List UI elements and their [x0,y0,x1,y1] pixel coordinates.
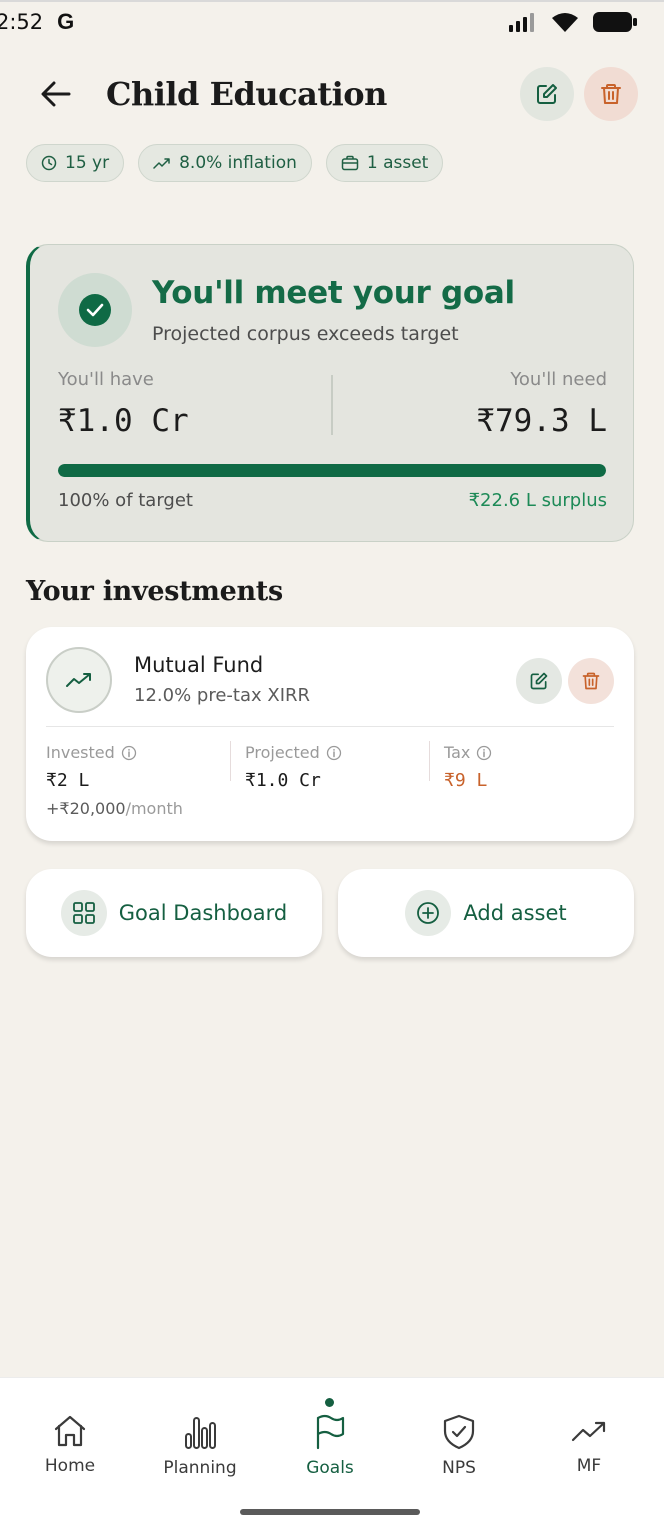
add-asset-label: Add asset [463,901,567,925]
goal-dashboard-button[interactable]: Goal Dashboard [26,869,322,957]
cellular-signal-icon [509,13,534,32]
nav-mf[interactable]: MF [534,1414,644,1476]
inflation-chip: 8.0% inflation [138,144,312,182]
info-icon[interactable] [121,745,137,761]
goal-status-subtitle: Projected corpus exceeds target [152,323,459,345]
target-label: You'll need [510,369,607,390]
nav-planning[interactable]: Planning [145,1414,255,1478]
active-tab-indicator [325,1398,334,1407]
page-header: Child Education [26,64,638,124]
delete-goal-button[interactable] [584,67,638,121]
add-asset-button[interactable]: Add asset [338,869,634,957]
invested-label: Invested [46,743,115,762]
goal-status-headline: You'll meet your goal [152,275,515,311]
investment-name: Mutual Fund [134,653,264,677]
projected-metric-label: Projected [245,743,320,762]
back-button[interactable] [26,64,86,124]
investment-divider [46,726,614,727]
home-icon [54,1415,86,1447]
trash-icon [582,672,600,690]
battery-icon [593,12,637,32]
header-actions [520,67,638,121]
trash-icon [601,84,621,104]
percent-of-target: 100% of target [58,490,193,511]
nav-home-label: Home [44,1456,96,1476]
google-g-icon: G [57,9,75,34]
tax-label: Tax [444,743,471,762]
investment-card[interactable]: Mutual Fund 12.0% pre-tax XIRR Invested … [26,627,634,841]
projected-metric: Projected ₹1.0 Cr [245,743,342,791]
monthly-sip: +₹20,000/month [46,799,183,818]
goal-status-card: You'll meet your goal Projected corpus e… [26,244,634,542]
arrow-left-icon [41,81,71,107]
edit-investment-button[interactable] [516,658,562,704]
bottom-nav: Home Planning Goals NPS MF [0,1377,664,1526]
trend-up-icon [571,1421,606,1442]
nav-nps-label: NPS [442,1458,476,1478]
duration-chip-label: 15 yr [65,153,110,173]
briefcase-icon [341,155,359,171]
projected-label: You'll have [58,369,154,390]
tax-metric: Tax ₹9 L [444,743,492,791]
goal-progress-bar [58,464,606,477]
gesture-home-bar[interactable] [240,1509,420,1515]
bar-chart-icon [185,1417,216,1449]
nav-planning-label: Planning [163,1458,237,1478]
wifi-icon [552,13,578,32]
nav-goals[interactable]: Goals [275,1414,385,1478]
info-icon[interactable] [326,745,342,761]
clock-icon [41,155,57,171]
investment-actions [516,658,614,704]
goal-meta-chips: 15 yr 8.0% inflation 1 asset [26,144,444,182]
delete-investment-button[interactable] [568,658,614,704]
goal-progress-fill [58,464,606,477]
monthly-sip-amount: +₹20,000 [46,799,126,818]
investment-xirr: 12.0% pre-tax XIRR [134,685,311,706]
metric-separator [230,741,231,781]
edit-goal-button[interactable] [520,67,574,121]
assets-chip-label: 1 asset [366,153,429,173]
nav-home[interactable]: Home [15,1414,125,1476]
edit-icon [537,84,557,104]
check-circle-icon [79,294,111,326]
inflation-chip-label: 8.0% inflation [179,153,297,173]
trend-up-icon [153,158,170,169]
projected-metric-value: ₹1.0 Cr [245,770,321,791]
status-bar: 2:52 G [0,0,664,44]
monthly-sip-suffix: /month [125,799,183,818]
goal-met-badge [58,273,132,347]
surplus-amount: ₹22.6 L surplus [468,490,607,511]
invested-value: ₹2 L [46,770,90,791]
page-title: Child Education [106,75,387,113]
nav-nps[interactable]: NPS [404,1414,514,1478]
projected-value: ₹1.0 Cr [58,403,189,439]
status-time: 2:52 [0,10,44,34]
info-icon[interactable] [476,745,492,761]
plus-circle-icon [405,890,452,936]
duration-chip: 15 yr [26,144,125,182]
status-left: 2:52 G [0,9,74,35]
mutual-fund-icon [46,647,112,713]
value-divider [331,375,333,435]
tax-value: ₹9 L [444,770,488,791]
flag-icon [316,1414,345,1450]
grid-icon [60,890,107,936]
assets-chip: 1 asset [325,144,444,182]
investments-section-title: Your investments [26,576,283,607]
invested-metric: Invested ₹2 L [46,743,137,791]
goal-dashboard-label: Goal Dashboard [118,901,288,925]
shield-check-icon [443,1414,475,1450]
nav-goals-label: Goals [306,1458,354,1478]
edit-icon [530,672,548,690]
status-icons [508,11,638,33]
metric-separator [429,741,430,781]
nav-mf-label: MF [576,1456,602,1476]
target-value: ₹79.3 L [476,403,607,439]
